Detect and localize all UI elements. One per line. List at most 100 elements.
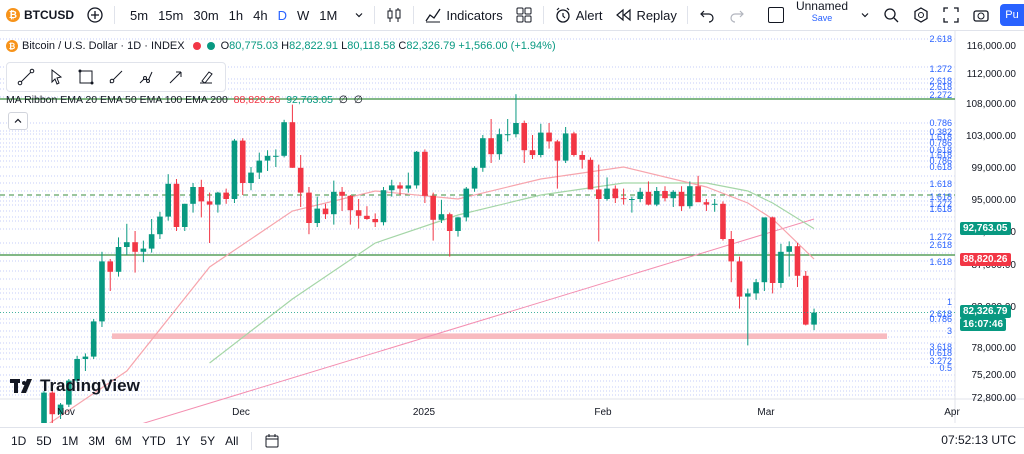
arrow-tool[interactable] [161,64,191,90]
compare-button[interactable] [80,0,110,30]
undo-button[interactable] [692,0,722,30]
candle-body [778,251,784,283]
range-6m[interactable]: 6M [110,434,137,448]
fib-label: 0.786 [929,314,952,324]
utc-clock[interactable]: 07:52:13 UTC [941,433,1016,447]
candle-body [438,214,445,220]
layout-menu-button[interactable] [854,0,876,30]
candle-body [645,191,652,205]
candle-body [273,155,279,157]
ema20-price-tag[interactable]: 88,820.26 [960,253,1011,267]
brush-tool[interactable] [191,64,221,90]
layouts-button[interactable] [509,0,539,30]
snapshot-button[interactable] [966,0,996,30]
candle-body [264,155,271,161]
timeframe-15m[interactable]: 15m [153,8,188,23]
price-axis-label: 99,000.00 [972,163,1017,174]
search-icon [884,8,899,23]
candle-body [736,261,743,297]
ema100-value: ∅ [338,94,348,106]
candle-body [720,203,726,239]
range-all[interactable]: All [220,434,243,448]
change-value: +1,566.00 (+1.94%) [458,40,556,52]
layout-name-button[interactable]: Unnamed Save [790,0,854,30]
candle-body [314,208,321,223]
timeframe-4h[interactable]: 4h [248,8,272,23]
candle-body [521,123,528,151]
candle-body [554,141,561,161]
candle-body [745,293,751,297]
ray-tool[interactable] [101,64,131,90]
divider [374,6,376,24]
candle-body [190,187,196,204]
indicators-button[interactable]: Indicators [418,0,508,30]
timeframe-5m[interactable]: 5m [125,8,153,23]
fib-label: 2.618 [929,240,952,250]
candle-body [620,198,627,200]
fib-label: 3 [947,326,952,336]
fib-label: 1.272 [929,64,952,74]
time-axis-label: Apr [944,407,960,418]
candle-body [388,185,395,191]
timeframe-w[interactable]: W [292,8,314,23]
replay-button[interactable]: Replay [608,0,682,30]
candle-body [239,140,246,183]
range-1y[interactable]: 1Y [171,434,196,448]
publish-button[interactable]: Pu [1000,4,1024,26]
range-1m[interactable]: 1M [57,434,84,448]
candle-body [538,132,544,155]
range-1d[interactable]: 1D [6,434,31,448]
grid-icon [516,7,532,23]
range-5d[interactable]: 5D [31,434,56,448]
market-status-icon [192,42,201,50]
timeframe-d[interactable]: D [273,8,292,23]
close-label: C [398,40,407,52]
go-to-date-button[interactable] [256,433,288,449]
divider [686,6,688,24]
bitcoin-icon: ₿ [6,8,20,22]
layout-checkbox[interactable] [762,0,790,30]
time-axis-label: 2025 [413,407,436,418]
path-tool[interactable] [131,64,161,90]
tradingview-logo[interactable]: TradingView [10,376,140,396]
collapse-legend-button[interactable] [8,112,28,130]
legend-title: Bitcoin / U.S. Dollar · 1D · INDEX [22,40,185,52]
bar-countdown-tag[interactable]: 16:07:46 [960,318,1007,332]
candle-body [769,217,776,283]
range-ytd[interactable]: YTD [137,434,171,448]
divider [542,6,544,24]
last-price-tag[interactable]: 82,326.79 [960,305,1011,319]
ema20-value: 88,820.26 [233,94,281,106]
indicator-legend[interactable]: MA Ribbon EMA 20 EMA 50 EMA 100 EMA 200 … [6,94,363,106]
indicator-name: MA Ribbon EMA 20 EMA 50 EMA 100 EMA 200 [6,94,228,106]
top-toolbar: ₿ BTCUSD 5m 15m 30m 1h 4h D W 1M Indicators Ale… [0,0,1024,31]
range-3m[interactable]: 3M [83,434,110,448]
timeframe-1m[interactable]: 1M [314,8,342,23]
candle-body [587,159,594,190]
quick-search-button[interactable] [876,0,906,30]
indicators-icon [425,8,441,23]
close-value: 82,326.79 [406,40,456,52]
fib-label: 0.618 [929,162,952,172]
candle-body [571,133,577,155]
timeframe-1h[interactable]: 1h [224,8,248,23]
settings-button[interactable] [906,0,936,30]
chart-type-button[interactable] [379,0,409,30]
trend-line-tool[interactable] [11,64,41,90]
timeframe-dropdown[interactable] [348,0,370,30]
ema50-price-tag[interactable]: 92,763.05 [960,221,1011,235]
divider [114,6,115,24]
rectangle-tool[interactable] [71,64,101,90]
range-5y[interactable]: 5Y [195,434,220,448]
cursor-tool[interactable] [41,64,71,90]
candle-body [289,122,296,168]
fullscreen-button[interactable] [936,0,966,30]
tradingview-logo-icon [10,379,32,393]
symbol-search[interactable]: ₿ BTCUSD [0,0,80,30]
timeframe-30m[interactable]: 30m [188,8,223,23]
alert-button[interactable]: Alert [548,0,609,30]
candle-body [811,312,817,325]
redo-button[interactable] [722,0,752,30]
candle-body [115,247,122,272]
candle-body [488,138,494,155]
